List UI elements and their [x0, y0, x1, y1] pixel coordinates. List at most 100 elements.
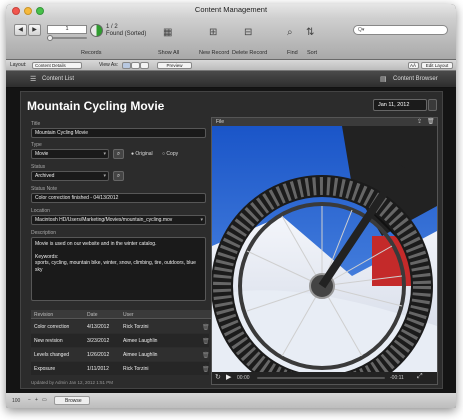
view-as-list-button[interactable] [131, 62, 140, 69]
arrow-right-icon: ▶ [32, 27, 37, 33]
format-bar-button[interactable]: AÂ [408, 62, 419, 69]
records-label: Records [81, 50, 102, 56]
magnifier-icon: ⌕ [116, 173, 121, 179]
user-cell: Rick Torzini [123, 366, 149, 372]
location-label: Location [31, 208, 50, 214]
copy-radio-label: Copy [166, 151, 179, 157]
record-slider[interactable] [47, 37, 87, 39]
slider-thumb[interactable] [47, 35, 53, 41]
location-value: Macintosh HD/Users/Marketing/Movies/moun… [35, 217, 173, 223]
table-row[interactable]: Exposure 1/11/2012 Rick Torzini 🗑 [31, 362, 210, 375]
location-field[interactable]: Macintosh HD/Users/Marketing/Movies/moun… [31, 215, 206, 225]
user-cell: Aimee Laughlin [123, 338, 158, 344]
title-field[interactable]: Mountain Cycling Movie [31, 128, 206, 138]
original-radio-label: Original [135, 151, 153, 157]
status-note-label: Status Note [31, 186, 58, 192]
trash-icon[interactable]: 🗑 [202, 366, 210, 373]
tab-content-list[interactable]: Content List [42, 76, 74, 82]
view-as-label: View As: [99, 62, 119, 68]
preview-button[interactable]: Preview [157, 62, 192, 69]
play-icon[interactable]: ▶ [226, 373, 231, 381]
delete-record-button[interactable]: Delete Record [232, 50, 267, 56]
tab-content-browser[interactable]: Content Browser [393, 76, 438, 82]
export-icon[interactable]: ⇪ [417, 118, 422, 125]
title-bar: Content Management [6, 4, 456, 18]
elapsed-time: 00:00 [237, 375, 250, 381]
video-controls: ↻ ▶ 00:00 -00:11 ⤢ [212, 372, 437, 384]
previous-record-button[interactable]: ◀ [14, 24, 27, 36]
show-all-icon[interactable]: ▦ [163, 27, 172, 38]
status-select[interactable]: Archived ▾ [31, 171, 109, 181]
delete-record-icon[interactable]: ⊟ [244, 27, 252, 38]
chevron-down-icon: ▾ [103, 151, 106, 157]
user-cell: Rick Torzini [123, 324, 149, 330]
zoom-in-icon[interactable]: + [35, 397, 38, 403]
type-lookup-button[interactable]: ⌕ [113, 149, 124, 159]
view-as-form-button[interactable] [122, 62, 131, 69]
date-cell: 1/11/2012 [87, 366, 109, 372]
next-record-button[interactable]: ▶ [28, 24, 41, 36]
type-label: Type [31, 142, 42, 148]
search-input[interactable]: Q▾ [353, 25, 448, 35]
status-lookup-button[interactable]: ⌕ [113, 171, 124, 181]
zoom-level[interactable]: 100 [12, 398, 20, 404]
new-record-icon[interactable]: ⊞ [209, 27, 217, 38]
find-button[interactable]: Find [287, 50, 298, 56]
browser-icon: ▤ [380, 76, 387, 83]
layout-label: Layout: [10, 62, 27, 68]
mode-select[interactable]: Browse [54, 396, 90, 405]
table-row[interactable]: Color correction 4/13/2012 Rick Torzini … [31, 320, 210, 333]
user-cell: Aimee Laughlin [123, 352, 158, 358]
edit-layout-button[interactable]: Edit Layout [421, 62, 453, 69]
date-column-header: Date [87, 312, 98, 318]
sort-button[interactable]: Sort [307, 50, 317, 56]
revision-cell: New revision [34, 338, 63, 344]
mountain-bike-image [212, 126, 437, 372]
toolbar: ◀ ▶ 1 1 / 2 Found (Sorted) Records ▦ Sho… [6, 18, 456, 60]
table-row[interactable]: Levels changed 1/26/2012 Aimee Laughlin … [31, 348, 210, 361]
chevron-down-icon: ▾ [103, 173, 106, 179]
user-column-header: User [123, 312, 134, 318]
fullscreen-icon[interactable]: ⤢ [417, 373, 423, 381]
description-field[interactable]: Movie is used on our website and in the … [31, 237, 206, 301]
layout-select[interactable]: Content Details [32, 62, 82, 69]
show-all-button[interactable]: Show All [158, 50, 179, 56]
layout-bar: Layout: Content Details View As: Preview… [6, 60, 456, 71]
delete-file-icon[interactable]: 🗑 [427, 118, 435, 125]
window-title: Content Management [194, 5, 268, 14]
revision-cell: Color correction [34, 324, 70, 330]
magnifier-icon: ⌕ [116, 151, 121, 157]
record-detail-panel: Mountain Cycling Movie Jan 11, 2012 Titl… [20, 91, 443, 389]
calendar-icon[interactable] [428, 99, 437, 111]
trash-icon[interactable]: 🗑 [202, 324, 210, 331]
sort-icon[interactable]: ⇅ [306, 27, 314, 38]
type-select[interactable]: Movie ▾ [31, 149, 109, 159]
file-label: File [216, 119, 225, 125]
date-cell: 3/23/2012 [87, 338, 110, 344]
record-summary: 1 / 2 [106, 24, 118, 30]
mode-value: Browse [65, 398, 82, 404]
trash-icon[interactable]: 🗑 [202, 338, 210, 345]
status-toolbar-toggle-icon[interactable]: ▭ [42, 397, 47, 403]
video-frame[interactable] [212, 126, 437, 372]
copy-radio[interactable]: ○ Copy [162, 151, 178, 157]
original-radio[interactable]: ● Original [131, 151, 153, 157]
trash-icon[interactable]: 🗑 [202, 352, 210, 359]
find-icon[interactable]: ⌕ [287, 27, 293, 38]
playback-scrubber[interactable] [257, 377, 385, 379]
record-number-field[interactable]: 1 [47, 25, 87, 34]
zoom-out-icon[interactable]: − [28, 397, 31, 403]
revisions-header: Revision Date User [31, 310, 215, 319]
list-icon: ☰ [30, 76, 37, 83]
table-row[interactable]: New revision 3/23/2012 Aimee Laughlin 🗑 [31, 334, 210, 347]
view-as-table-button[interactable] [140, 62, 149, 69]
new-record-button[interactable]: New Record [199, 50, 229, 56]
revision-cell: Levels changed [34, 352, 70, 358]
date-field[interactable]: Jan 11, 2012 [373, 99, 427, 111]
status-value: Archived [35, 173, 55, 179]
title-label: Title [31, 121, 41, 127]
status-note-field[interactable]: Color correction finished - 04/13/2012 [31, 193, 206, 203]
found-status: Found (Sorted) [106, 31, 147, 37]
revision-cell: Exposure [34, 366, 56, 372]
loop-icon[interactable]: ↻ [215, 373, 221, 381]
